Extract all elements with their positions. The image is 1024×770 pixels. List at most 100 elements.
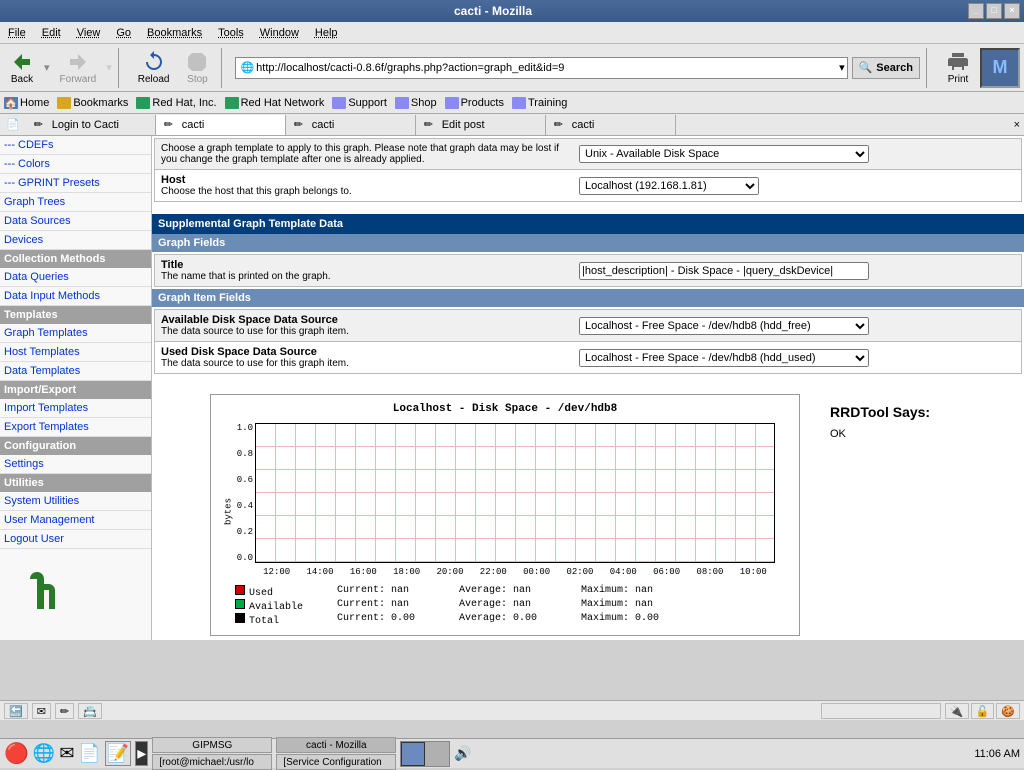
start-button[interactable]: 🔴 bbox=[4, 741, 29, 766]
products-bookmark[interactable]: Products bbox=[445, 97, 504, 109]
app-mail-icon[interactable]: ✉ bbox=[59, 743, 74, 764]
shop-bookmark[interactable]: Shop bbox=[395, 97, 437, 109]
reload-icon bbox=[142, 50, 166, 74]
folder-icon bbox=[445, 97, 459, 109]
volume-icon[interactable]: 🔊 bbox=[454, 745, 471, 762]
rrdtool-status: OK bbox=[830, 428, 930, 440]
menubar: File Edit View Go Bookmarks Tools Window… bbox=[0, 22, 1024, 44]
status-plugin-icon[interactable]: 🔌 bbox=[945, 703, 969, 719]
pencil-icon: ✏ bbox=[424, 118, 438, 132]
sidebar-item-usermgmt[interactable]: User Management bbox=[0, 511, 151, 530]
home-bookmark[interactable]: 🏠Home bbox=[4, 97, 49, 109]
workspace-switcher[interactable] bbox=[400, 741, 450, 767]
app-office-icon[interactable]: 📄 bbox=[78, 743, 100, 764]
mozilla-throbber[interactable]: M bbox=[980, 48, 1020, 88]
tab-cacti-3[interactable]: ✏cacti bbox=[546, 115, 676, 135]
dropdown-icon[interactable]: ▾ bbox=[839, 61, 845, 74]
task-cacti[interactable]: cacti - Mozilla bbox=[276, 737, 396, 753]
avail-select[interactable]: Localhost - Free Space - /dev/hdb8 (hdd_… bbox=[579, 317, 869, 335]
print-button[interactable]: Print bbox=[940, 48, 976, 87]
redhat-bookmark[interactable]: Red Hat, Inc. bbox=[136, 97, 216, 109]
sidebar-header-config: Configuration bbox=[0, 437, 151, 455]
support-bookmark[interactable]: Support bbox=[332, 97, 387, 109]
menu-view[interactable]: View bbox=[77, 27, 101, 39]
print-icon bbox=[946, 50, 970, 74]
url-bar[interactable]: 🌐 ▾ bbox=[235, 57, 847, 79]
stop-button[interactable]: Stop bbox=[179, 48, 215, 87]
taskbar: 🔴 🌐 ✉ 📄 📝 ▸ GIPMSG [root@michael:/usr/lo… bbox=[0, 738, 1024, 768]
graph-title: Localhost - Disk Space - /dev/hdb8 bbox=[215, 399, 795, 419]
app-globe-icon[interactable]: 🌐 bbox=[33, 743, 55, 764]
sidebar-item-graphtrees[interactable]: Graph Trees bbox=[0, 193, 151, 212]
template-select[interactable]: Unix - Available Disk Space bbox=[579, 145, 869, 163]
sidebar-item-settings[interactable]: Settings bbox=[0, 455, 151, 474]
maximize-button[interactable]: □ bbox=[986, 3, 1002, 19]
clock[interactable]: 11:06 AM bbox=[974, 748, 1020, 760]
section-supplemental: Supplemental Graph Template Data bbox=[152, 214, 1024, 234]
pencil-icon: ✏ bbox=[294, 118, 308, 132]
minimize-button[interactable]: _ bbox=[968, 3, 984, 19]
forward-button[interactable]: Forward bbox=[54, 48, 103, 87]
menu-edit[interactable]: Edit bbox=[42, 27, 61, 39]
folder-icon bbox=[332, 97, 346, 109]
rrdtool-header: RRDTool Says: bbox=[830, 404, 930, 420]
tab-editpost[interactable]: ✏Edit post bbox=[416, 115, 546, 135]
menu-bookmarks[interactable]: Bookmarks bbox=[147, 27, 202, 39]
menu-go[interactable]: Go bbox=[116, 27, 131, 39]
menu-file[interactable]: File bbox=[8, 27, 26, 39]
tab-cacti-1[interactable]: ✏cacti bbox=[156, 115, 286, 135]
sidebar-item-logout[interactable]: Logout User bbox=[0, 530, 151, 549]
sidebar-item-cdefs[interactable]: --- CDEFs bbox=[0, 136, 151, 155]
main-panel: Choose a graph template to apply to this… bbox=[152, 136, 1024, 640]
dropdown-icon[interactable]: ▾ bbox=[44, 61, 50, 74]
sidebar-item-gprint[interactable]: --- GPRINT Presets bbox=[0, 174, 151, 193]
url-input[interactable] bbox=[256, 62, 839, 74]
close-button[interactable]: × bbox=[1004, 3, 1020, 19]
back-icon bbox=[10, 50, 34, 74]
sidebar-item-datasources[interactable]: Data Sources bbox=[0, 212, 151, 231]
host-select[interactable]: Localhost (192.168.1.81) bbox=[579, 177, 759, 195]
forward-icon bbox=[66, 50, 90, 74]
sidebar-item-graphtemplates[interactable]: Graph Templates bbox=[0, 324, 151, 343]
title-desc: The name that is printed on the graph. bbox=[161, 271, 569, 282]
title-input[interactable] bbox=[579, 262, 869, 280]
status-cookie-icon[interactable]: 🍪 bbox=[996, 703, 1020, 719]
sidebar-item-sysutilities[interactable]: System Utilities bbox=[0, 492, 151, 511]
new-tab-button[interactable]: 📄 bbox=[0, 116, 26, 133]
reload-button[interactable]: Reload bbox=[132, 48, 176, 87]
sidebar-item-exporttemplates[interactable]: Export Templates bbox=[0, 418, 151, 437]
sidebar-item-datatemplates[interactable]: Data Templates bbox=[0, 362, 151, 381]
status-mail-icon[interactable]: ✉ bbox=[32, 703, 51, 719]
status-nav-icon[interactable]: 🔙 bbox=[4, 703, 28, 719]
training-bookmark[interactable]: Training bbox=[512, 97, 567, 109]
rhn-bookmark[interactable]: Red Hat Network bbox=[225, 97, 325, 109]
sidebar-header-import: Import/Export bbox=[0, 381, 151, 399]
sidebar-item-dataqueries[interactable]: Data Queries bbox=[0, 268, 151, 287]
menu-tools[interactable]: Tools bbox=[218, 27, 244, 39]
status-compose-icon[interactable]: ✏ bbox=[55, 703, 74, 719]
tag-icon bbox=[225, 97, 239, 109]
sidebar-item-colors[interactable]: --- Colors bbox=[0, 155, 151, 174]
app-terminal-icon[interactable]: ▸ bbox=[135, 741, 148, 766]
sidebar-item-devices[interactable]: Devices bbox=[0, 231, 151, 250]
tab-login[interactable]: ✏Login to Cacti bbox=[26, 115, 156, 135]
status-security-icon[interactable]: 🔓 bbox=[971, 703, 995, 719]
app-editor-icon[interactable]: 📝 bbox=[105, 741, 131, 766]
dropdown-icon[interactable]: ▾ bbox=[106, 61, 112, 74]
close-tab-icon[interactable]: × bbox=[1010, 117, 1024, 133]
y-axis-labels: 1.00.80.60.40.20.0 bbox=[225, 423, 253, 563]
sidebar-item-hosttemplates[interactable]: Host Templates bbox=[0, 343, 151, 362]
content-area: --- CDEFs --- Colors --- GPRINT Presets … bbox=[0, 136, 1024, 640]
search-button[interactable]: 🔍 Search bbox=[852, 57, 920, 79]
bookmarks-bookmark[interactable]: Bookmarks bbox=[57, 97, 128, 109]
tab-cacti-2[interactable]: ✏cacti bbox=[286, 115, 416, 135]
back-button[interactable]: Back bbox=[4, 48, 40, 87]
pencil-icon: ✏ bbox=[34, 118, 48, 132]
sidebar-item-importtemplates[interactable]: Import Templates bbox=[0, 399, 151, 418]
used-select[interactable]: Localhost - Free Space - /dev/hdb8 (hdd_… bbox=[579, 349, 869, 367]
sidebar-item-datainput[interactable]: Data Input Methods bbox=[0, 287, 151, 306]
task-gipmsg[interactable]: GIPMSG bbox=[152, 737, 272, 753]
status-addressbook-icon[interactable]: 📇 bbox=[78, 703, 102, 719]
menu-help[interactable]: Help bbox=[315, 27, 338, 39]
menu-window[interactable]: Window bbox=[260, 27, 299, 39]
